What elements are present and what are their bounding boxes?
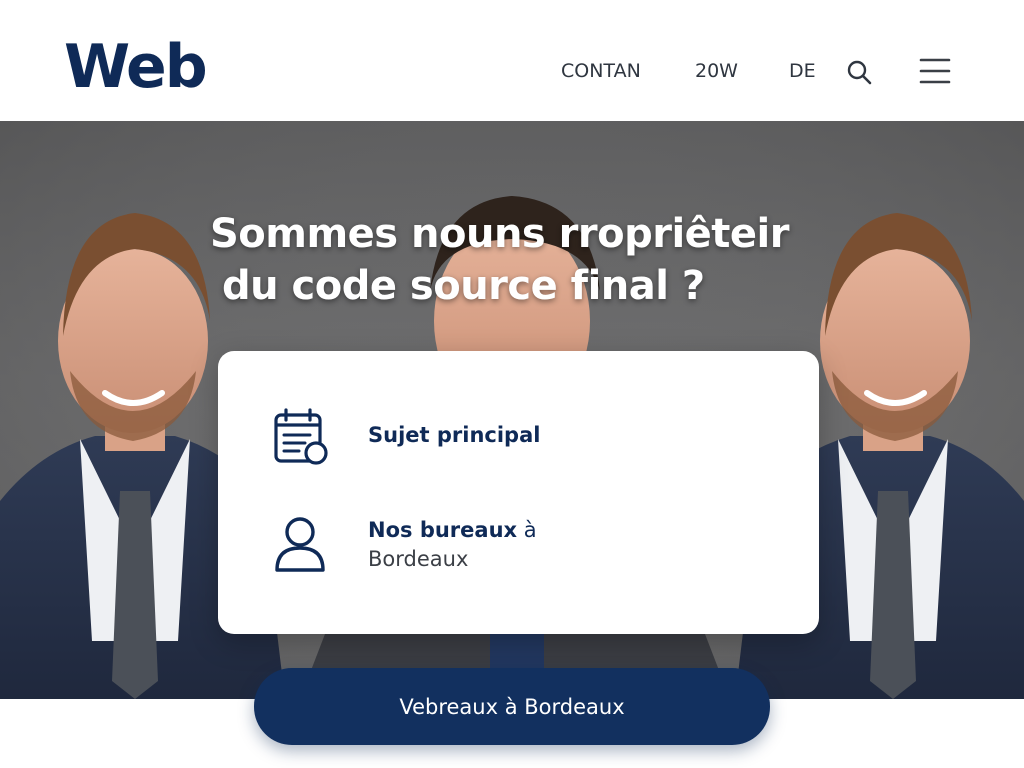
logo[interactable]: Web [64,32,208,102]
user-icon [273,514,331,574]
card-item-subject-label: Sujet principal [368,423,541,447]
card-item-subject[interactable]: Sujet principal [218,401,819,481]
info-card: Sujet principal Nos bureaux à Bordeaux [218,351,819,634]
hero-title: Sommes nouns rropriêteir du code source … [210,208,820,312]
card-item-offices-sublabel: Bordeaux [368,547,469,571]
hero-title-line-2: du code source final ? [222,263,705,309]
card-item-offices-label: Nos bureaux [368,518,518,542]
nav-link-20w[interactable]: 20W [695,58,738,84]
nav-link-de[interactable]: DE [789,58,816,84]
calendar-document-icon [273,407,331,467]
hero-title-line-1: Sommes nouns rropriêteir [210,211,789,257]
card-item-offices[interactable]: Nos bureaux à Bordeaux [218,508,819,588]
page: Web CONTAN 20W DE Sommes nouns rropriête… [0,0,1024,768]
card-item-offices-label-rest: à [517,518,537,542]
card-item-offices-text: Nos bureaux à Bordeaux [368,516,537,574]
nav-link-contan[interactable]: CONTAN [561,58,641,84]
hamburger-menu-icon[interactable] [918,56,952,86]
search-icon[interactable] [845,58,873,86]
site-header: Web CONTAN 20W DE [0,0,1024,121]
cta-button[interactable]: Vebreaux à Bordeaux [254,668,770,745]
